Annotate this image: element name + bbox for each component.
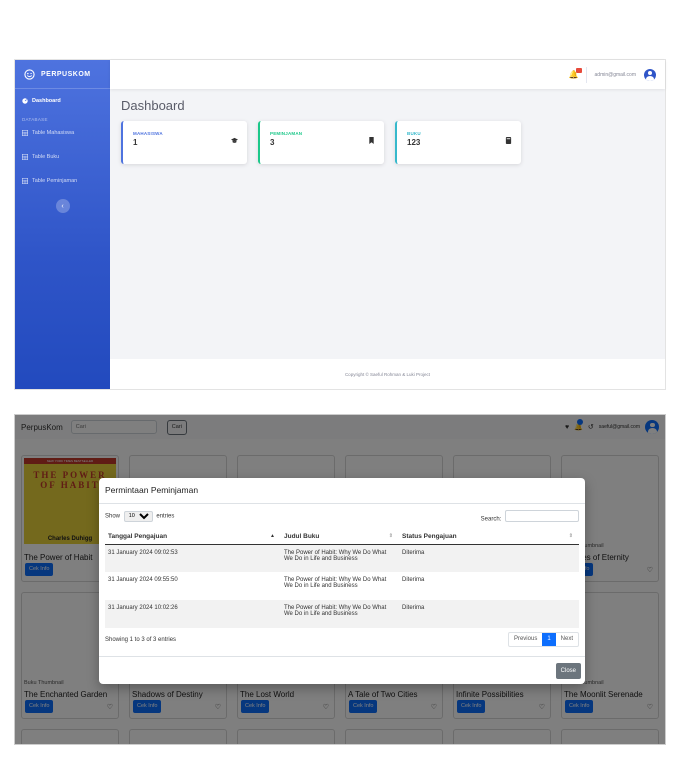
sidebar-brand[interactable]: PERPUSKOM (15, 60, 110, 89)
user-email[interactable]: admin@gmail.com (595, 72, 636, 78)
notification-badge (575, 68, 582, 73)
cell-status: Diterima (402, 577, 425, 583)
table-row: 31 January 2024 09:02:53 The Power of Ha… (105, 544, 579, 572)
modal-body: Show 10 entries Search: Tanggal Pengajua… (99, 504, 585, 653)
page-title: Dashboard (121, 98, 185, 113)
cell-status: Diterima (399, 600, 579, 628)
stat-card-value: 3 (270, 138, 275, 147)
sidebar-item-label: Table Buku (32, 154, 60, 160)
loan-request-table: Tanggal Pengajuan ▲ Judul Buku ⇕ Status Pe… (105, 528, 579, 628)
stat-card-label: MAHASISWA (133, 131, 163, 136)
cell-title: The Power of Habit: Why We Do What We Do… (281, 544, 399, 572)
column-header-status[interactable]: Status Pengajuan ⇕ (399, 528, 579, 545)
topbar-divider (585, 66, 587, 83)
entries-length-control: Show 10 entries (105, 510, 175, 522)
admin-dashboard-window: PERPUSKOM Dashboard DATABASE Table Mahas… (14, 59, 666, 390)
sidebar-item-label: Dashboard (32, 98, 61, 104)
sidebar-toggle-button[interactable]: ‹ (55, 199, 70, 213)
header-label: Status Pengajuan (402, 532, 457, 540)
stat-card-value: 123 (407, 138, 421, 147)
sort-icon: ⇕ (388, 532, 393, 539)
sort-asc-icon: ▲ (270, 532, 275, 539)
pagination-previous[interactable]: Previous (509, 633, 542, 646)
cell-date: 31 January 2024 10:02:26 (105, 600, 281, 628)
footer: Copyright © Saeful Rohman & Luki Project (110, 359, 665, 389)
entries-select[interactable]: 10 (123, 510, 153, 522)
search-label: Search: (480, 516, 502, 523)
cell-status: Diterima (399, 544, 579, 572)
table-controls: Show 10 entries Search: (105, 510, 579, 523)
column-header-title[interactable]: Judul Buku ⇕ (281, 528, 399, 545)
sidebar-item-table-mahasiswa[interactable]: Table Mahasiswa (15, 125, 110, 141)
pagination: Previous 1 Next (507, 632, 579, 647)
cell-title: The Power of Habit: Why We Do What We Do… (281, 600, 399, 628)
modal-footer: Close (99, 656, 585, 684)
sort-icon: ⇕ (568, 532, 573, 539)
cell-title: The Power of Habit: Why We Do What We Do… (284, 577, 387, 589)
table-icon (22, 154, 29, 161)
tachometer-icon (22, 98, 28, 104)
stat-card-label: PEMINJAMAN (270, 131, 303, 136)
header-label: Judul Buku (284, 532, 320, 540)
stat-card-buku: BUKU 123 (395, 121, 521, 164)
pagination-next[interactable]: Next (556, 633, 578, 646)
loan-request-modal: Permintaan Peminjaman Show 10 entries Se… (99, 478, 585, 684)
table-footer: Showing 1 to 3 of 3 entries Previous 1 N… (105, 632, 579, 647)
sidebar: PERPUSKOM Dashboard DATABASE Table Mahas… (15, 60, 110, 389)
entries-info: Showing 1 to 3 of 3 entries (105, 636, 177, 643)
bell-icon[interactable]: 🔔 (569, 68, 582, 79)
stat-card-peminjaman: PEMINJAMAN 3 (258, 121, 384, 164)
main-content: Dashboard MAHASISWA 1 PEMINJAMAN 3 BUKU … (110, 89, 665, 359)
sidebar-item-label: Table Peminjaman (32, 178, 78, 184)
sidebar-item-label: Table Mahasiswa (32, 130, 75, 136)
sidebar-item-table-buku[interactable]: Table Buku (15, 149, 110, 165)
brand-name: PERPUSKOM (41, 70, 91, 78)
close-button[interactable]: Close (555, 662, 581, 679)
table-row: 31 January 2024 09:55:50 The Power of Ha… (105, 572, 579, 600)
stat-card-value: 1 (133, 138, 138, 147)
copyright-text: Copyright © Saeful Rohman & Luki Project (344, 371, 431, 377)
modal-title: Permintaan Peminjaman (99, 478, 585, 504)
header-label: Tanggal Pengajuan (108, 532, 168, 540)
book-icon (505, 137, 512, 144)
table-icon (22, 178, 29, 185)
table-search-input[interactable] (505, 510, 579, 522)
topbar: 🔔 admin@gmail.com (110, 60, 665, 89)
graduation-cap-icon (231, 137, 238, 144)
stat-card-mahasiswa: MAHASISWA 1 (121, 121, 247, 164)
avatar[interactable] (644, 68, 656, 81)
entries-label: entries (156, 513, 175, 520)
cell-date: 31 January 2024 09:55:50 (108, 577, 178, 583)
column-header-date[interactable]: Tanggal Pengajuan ▲ (105, 528, 281, 545)
sidebar-heading: DATABASE (22, 117, 48, 122)
sidebar-item-dashboard[interactable]: Dashboard (15, 93, 110, 109)
show-label: Show (105, 513, 121, 520)
table-search: Search: (481, 510, 579, 523)
chevron-left-icon: ‹ (61, 202, 64, 210)
laugh-wink-icon (24, 68, 35, 80)
stat-cards: MAHASISWA 1 PEMINJAMAN 3 BUKU 123 (121, 121, 654, 164)
pagination-page-1[interactable]: 1 (542, 633, 556, 646)
table-icon (22, 130, 29, 137)
stat-card-label: BUKU (407, 131, 421, 136)
cell-date: 31 January 2024 09:02:53 (105, 544, 281, 572)
user-catalog-window: PerpusKom Cari ♥ 🔔 ↺ saeful@gmail.com NE… (14, 414, 666, 745)
sidebar-item-table-peminjaman[interactable]: Table Peminjaman (15, 173, 110, 189)
table-row: 31 January 2024 10:02:26 The Power of Ha… (105, 600, 579, 628)
bookmark-icon (368, 137, 375, 144)
